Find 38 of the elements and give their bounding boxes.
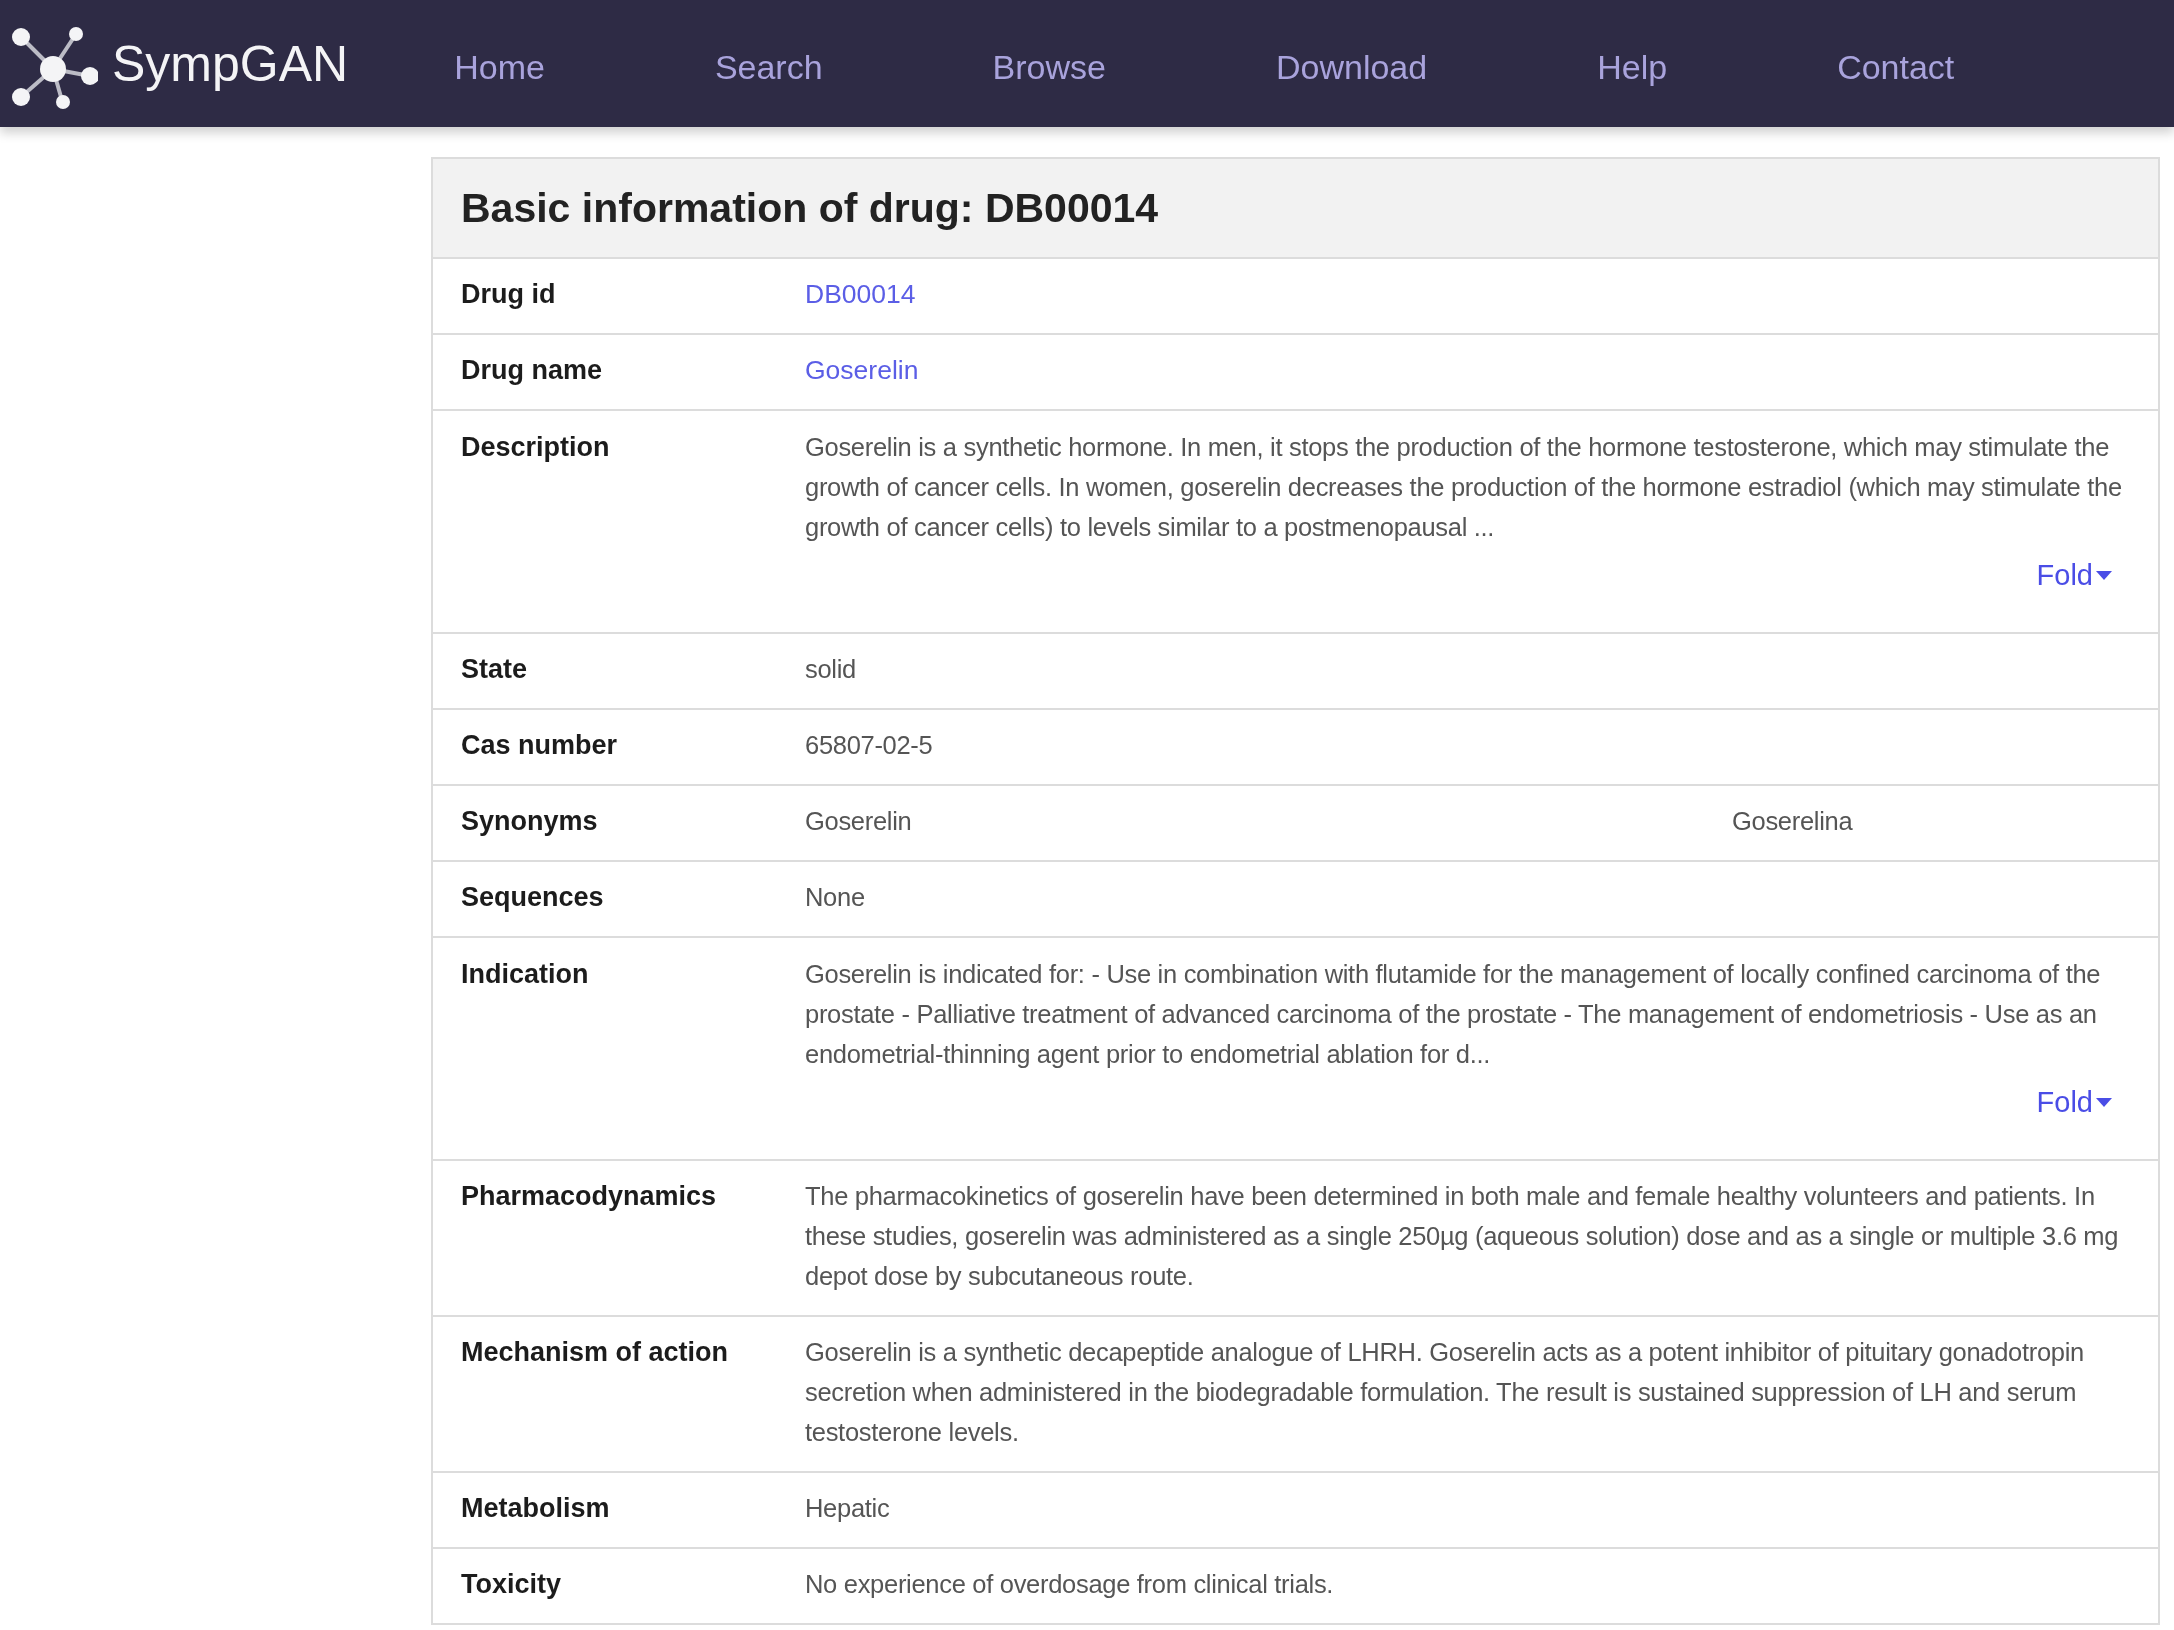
field-value: 65807-02-5 [805,730,934,761]
field-value: None [805,882,866,913]
field-label: Toxicity [461,1568,563,1601]
field-label: Sequences [461,881,605,914]
nav-link[interactable]: Browse [992,48,1106,87]
field-label: Metabolism [461,1492,611,1525]
field-value: No experience of overdosage from clinical trials. [805,1569,1335,1600]
field-label: Pharmacodynamics [461,1180,718,1213]
nav-link[interactable]: Search [714,48,823,87]
field-value: Hepatic [805,1493,891,1524]
field-label: Mechanism of action [461,1336,730,1369]
field-value: The pharmacokinetics of goserelin have been determined in both male and female healthy volunteers and patients. In these studies, goserelin was administered as a single 250µg (aqueous solution) dose and as a single or multiple 3.6 mg depot dose by subcutaneous route. [805,1181,2120,1292]
brand-name: SympGAN [112,34,349,93]
nav-link[interactable]: Contact [1837,48,1955,87]
field-label: State [461,653,529,686]
field-label: Drug id [461,278,557,311]
field-value: Goserelin is a synthetic hormone. In men, it stops the production of the hormone testosterone, which may stimulate the growth of cancer cells. In women, goserelin decreases the production of the hormone estradiol (which may stimulate the growth of cancer cells) to levels similar to a postmenopausal ... [805,432,2123,543]
fold-link[interactable]: Fold [2036,1086,2112,1119]
field-label: Synonyms [461,805,599,838]
panel-title: Basic information of drug: DB00014 [461,184,1160,233]
nav-link[interactable]: Download [1276,48,1428,87]
field-label: Description [461,431,611,464]
caret-icon [2096,1097,2112,1108]
field-value: Goserelin is indicated for: - Use in combination with flutamide for the management of locally confined carcinoma of the prostate - Palliative treatment of advanced carcinoma of the prostate - The management of endometriosis - Use as an endometrial-thinning agent prior to endometrial ablation for d... [805,959,2102,1070]
caret-icon [2096,570,2112,581]
field-value: Goserelin [805,806,913,837]
nav-link[interactable]: Help [1597,48,1668,87]
value-link[interactable]: Goserelin [805,350,919,390]
field-label: Indication [461,958,590,991]
nav-link[interactable]: Home [454,48,545,87]
field-value: Goserelina [1732,806,1854,837]
field-value: solid [805,654,857,685]
field-value: Goserelin is a synthetic decapeptide analogue of LHRH. Goserelin acts as a potent inhibitor of pituitary gonadotropin secretion when administered in the biodegradable formulation. The result is sustained suppression of LH and serum testosterone levels. [805,1337,2085,1448]
value-link[interactable]: DB00014 [805,274,916,314]
field-label: Drug name [461,354,604,387]
fold-link[interactable]: Fold [2036,559,2112,592]
field-label: Cas number [461,729,619,762]
brand-link[interactable]: SympGAN [0,18,349,109]
